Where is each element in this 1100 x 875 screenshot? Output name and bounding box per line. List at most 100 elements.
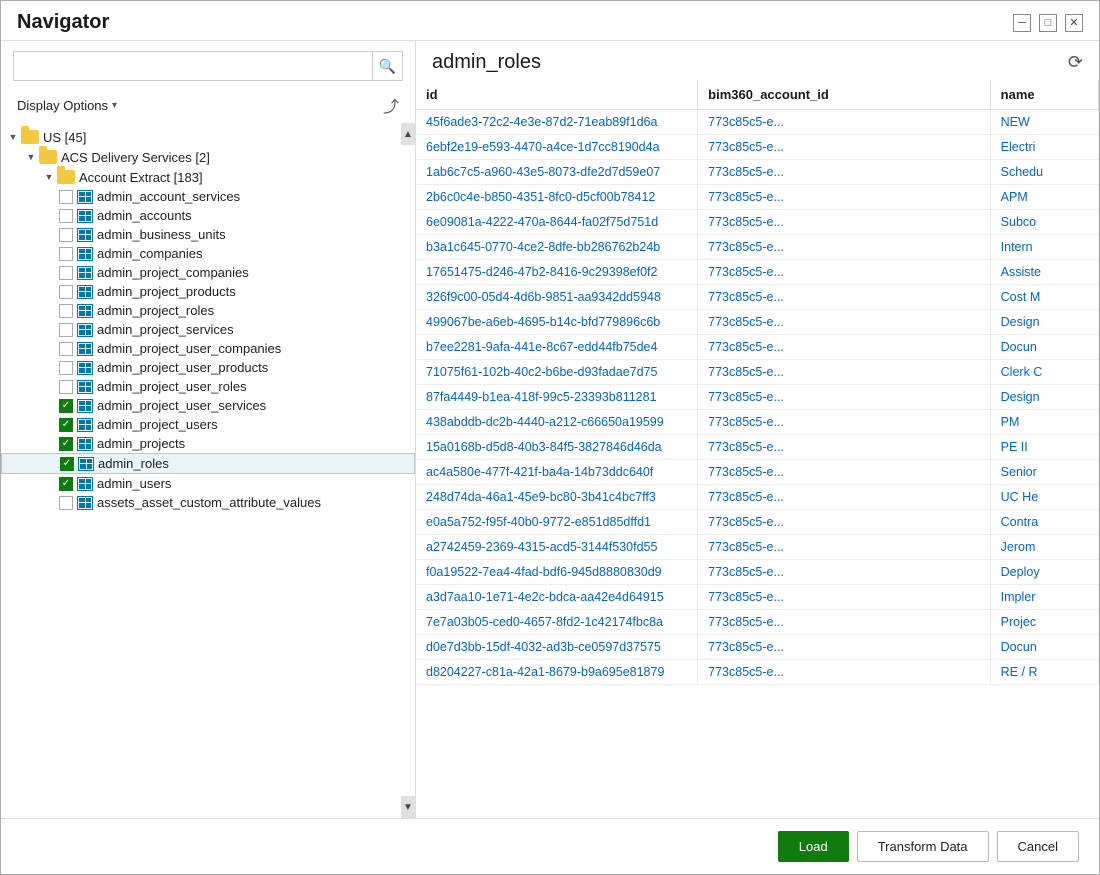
tree-node-t15[interactable]: admin_roles — [1, 453, 415, 474]
checkbox-t16[interactable] — [59, 477, 73, 491]
expand-icon[interactable]: ▼ — [23, 149, 39, 165]
tree-node-t16[interactable]: admin_users — [1, 474, 415, 493]
cell-id-2: 1ab6c7c5-a960-43e5-8073-dfe2d7d59e07 — [416, 160, 698, 185]
tree-node-t10[interactable]: admin_project_user_products — [1, 358, 415, 377]
data-table-wrap[interactable]: id bim360_account_id name 45f6ade3-72c2-… — [416, 80, 1099, 818]
cell-bim-10: 773c85c5-e... — [698, 360, 991, 385]
cancel-button[interactable]: Cancel — [997, 831, 1079, 862]
close-button[interactable]: ✕ — [1065, 14, 1083, 32]
tree-node-acs[interactable]: ▼ACS Delivery Services [2] — [1, 147, 415, 167]
table-row[interactable]: 499067be-a6eb-4695-b14c-bfd779896c6b773c… — [416, 310, 1099, 335]
cell-name-8: Design — [990, 310, 1098, 335]
table-row[interactable]: a2742459-2369-4315-acd5-3144f530fd55773c… — [416, 535, 1099, 560]
table-row[interactable]: 326f9c00-05d4-4d6b-9851-aa9342dd5948773c… — [416, 285, 1099, 310]
refresh-button[interactable]: ⟳ — [1068, 52, 1083, 73]
cell-bim-6: 773c85c5-e... — [698, 260, 991, 285]
table-row[interactable]: 248d74da-46a1-45e9-bc80-3b41c4bc7ff3773c… — [416, 485, 1099, 510]
tree-node-t8[interactable]: admin_project_services — [1, 320, 415, 339]
table-row[interactable]: a3d7aa10-1e71-4e2c-bdca-aa42e4d64915773c… — [416, 585, 1099, 610]
table-row[interactable]: f0a19522-7ea4-4fad-bdf6-945d8880830d9773… — [416, 560, 1099, 585]
tree-node-t9[interactable]: admin_project_user_companies — [1, 339, 415, 358]
table-row[interactable]: 17651475-d246-47b2-8416-9c29398ef0f2773c… — [416, 260, 1099, 285]
tree-node-t12[interactable]: admin_project_user_services — [1, 396, 415, 415]
scroll-up-arrow[interactable]: ▲ — [401, 123, 415, 145]
checkbox-t1[interactable] — [59, 190, 73, 204]
checkbox-t2[interactable] — [59, 209, 73, 223]
table-row[interactable]: ac4a580e-477f-421f-ba4a-14b73ddc640f773c… — [416, 460, 1099, 485]
table-row[interactable]: 1ab6c7c5-a960-43e5-8073-dfe2d7d59e07773c… — [416, 160, 1099, 185]
transform-data-button[interactable]: Transform Data — [857, 831, 989, 862]
minimize-button[interactable]: ─ — [1013, 14, 1031, 32]
tree-node-account_extract[interactable]: ▼Account Extract [183] — [1, 167, 415, 187]
table-row[interactable]: 2b6c0c4e-b850-4351-8fc0-d5cf00b78412773c… — [416, 185, 1099, 210]
cell-bim-16: 773c85c5-e... — [698, 510, 991, 535]
checkbox-t10[interactable] — [59, 361, 73, 375]
table-row[interactable]: 7e7a03b05-ced0-4657-8fd2-1c42174fbc8a773… — [416, 610, 1099, 635]
tree-node-us[interactable]: ▼US [45] — [1, 127, 415, 147]
table-row[interactable]: 71075f61-102b-40c2-b6be-d93fadae7d75773c… — [416, 360, 1099, 385]
tree-node-t7[interactable]: admin_project_roles — [1, 301, 415, 320]
tree-node-t5[interactable]: admin_project_companies — [1, 263, 415, 282]
table-icon — [77, 304, 93, 318]
cell-id-21: d0e7d3bb-15df-4032-ad3b-ce0597d37575 — [416, 635, 698, 660]
load-button[interactable]: Load — [778, 831, 849, 862]
display-options-button[interactable]: Display Options ▾ — [13, 96, 121, 115]
tree-node-t3[interactable]: admin_business_units — [1, 225, 415, 244]
table-row[interactable]: d0e7d3bb-15df-4032-ad3b-ce0597d37575773c… — [416, 635, 1099, 660]
right-panel: admin_roles ⟳ id bim360_account_id name — [416, 41, 1099, 818]
tree-node-t2[interactable]: admin_accounts — [1, 206, 415, 225]
checkbox-t4[interactable] — [59, 247, 73, 261]
checkbox-t3[interactable] — [59, 228, 73, 242]
upload-icon: ⤴ — [383, 99, 399, 116]
checkbox-t5[interactable] — [59, 266, 73, 280]
table-icon — [77, 437, 93, 451]
table-icon — [77, 496, 93, 510]
expand-icon[interactable]: ▼ — [5, 129, 21, 145]
tree-node-t11[interactable]: admin_project_user_roles — [1, 377, 415, 396]
checkbox-t17[interactable] — [59, 496, 73, 510]
node-label-t9: admin_project_user_companies — [97, 341, 281, 356]
cell-name-2: Schedu — [990, 160, 1098, 185]
search-wrap: 🔍 — [13, 51, 403, 81]
cell-bim-18: 773c85c5-e... — [698, 560, 991, 585]
checkbox-t13[interactable] — [59, 418, 73, 432]
cell-name-3: APM — [990, 185, 1098, 210]
tree-area[interactable]: ▼US [45]▼ACS Delivery Services [2]▼Accou… — [1, 123, 415, 818]
checkbox-t9[interactable] — [59, 342, 73, 356]
checkbox-t6[interactable] — [59, 285, 73, 299]
tree-node-t4[interactable]: admin_companies — [1, 244, 415, 263]
tree-node-t14[interactable]: admin_projects — [1, 434, 415, 453]
cell-id-13: 15a0168b-d5d8-40b3-84f5-3827846d46da — [416, 435, 698, 460]
cell-name-19: Impler — [990, 585, 1098, 610]
tree-node-t1[interactable]: admin_account_services — [1, 187, 415, 206]
table-row[interactable]: 45f6ade3-72c2-4e3e-87d2-71eab89f1d6a773c… — [416, 110, 1099, 135]
search-input[interactable] — [14, 54, 372, 79]
checkbox-t11[interactable] — [59, 380, 73, 394]
scroll-down-arrow[interactable]: ▼ — [401, 796, 415, 818]
maximize-button[interactable]: □ — [1039, 14, 1057, 32]
tree-node-t17[interactable]: assets_asset_custom_attribute_values — [1, 493, 415, 512]
table-row[interactable]: 6ebf2e19-e593-4470-a4ce-1d7cc8190d4a773c… — [416, 135, 1099, 160]
upload-button[interactable]: ⤴ — [379, 91, 403, 119]
expand-icon[interactable]: ▼ — [41, 169, 57, 185]
table-icon — [77, 228, 93, 242]
table-row[interactable]: 87fa4449-b1ea-418f-99c5-23393b811281773c… — [416, 385, 1099, 410]
checkbox-t14[interactable] — [59, 437, 73, 451]
node-label-t11: admin_project_user_roles — [97, 379, 247, 394]
checkbox-t15[interactable] — [60, 457, 74, 471]
tree-node-t6[interactable]: admin_project_products — [1, 282, 415, 301]
title-bar: Navigator ─ □ ✕ — [1, 1, 1099, 40]
search-button[interactable]: 🔍 — [372, 52, 402, 80]
table-row[interactable]: 15a0168b-d5d8-40b3-84f5-3827846d46da773c… — [416, 435, 1099, 460]
table-row[interactable]: b7ee2281-9afa-441e-8c67-edd44fb75de4773c… — [416, 335, 1099, 360]
checkbox-t7[interactable] — [59, 304, 73, 318]
checkbox-t12[interactable] — [59, 399, 73, 413]
table-row[interactable]: 6e09081a-4222-470a-8644-fa02f75d751d773c… — [416, 210, 1099, 235]
table-row[interactable]: 438abddb-dc2b-4440-a212-c66650a19599773c… — [416, 410, 1099, 435]
checkbox-t8[interactable] — [59, 323, 73, 337]
table-row[interactable]: e0a5a752-f95f-40b0-9772-e851d85dffd1773c… — [416, 510, 1099, 535]
table-row[interactable]: b3a1c645-0770-4ce2-8dfe-bb286762b24b773c… — [416, 235, 1099, 260]
table-body: 45f6ade3-72c2-4e3e-87d2-71eab89f1d6a773c… — [416, 110, 1099, 685]
table-row[interactable]: d8204227-c81a-42a1-8679-b9a695e81879773c… — [416, 660, 1099, 685]
tree-node-t13[interactable]: admin_project_users — [1, 415, 415, 434]
